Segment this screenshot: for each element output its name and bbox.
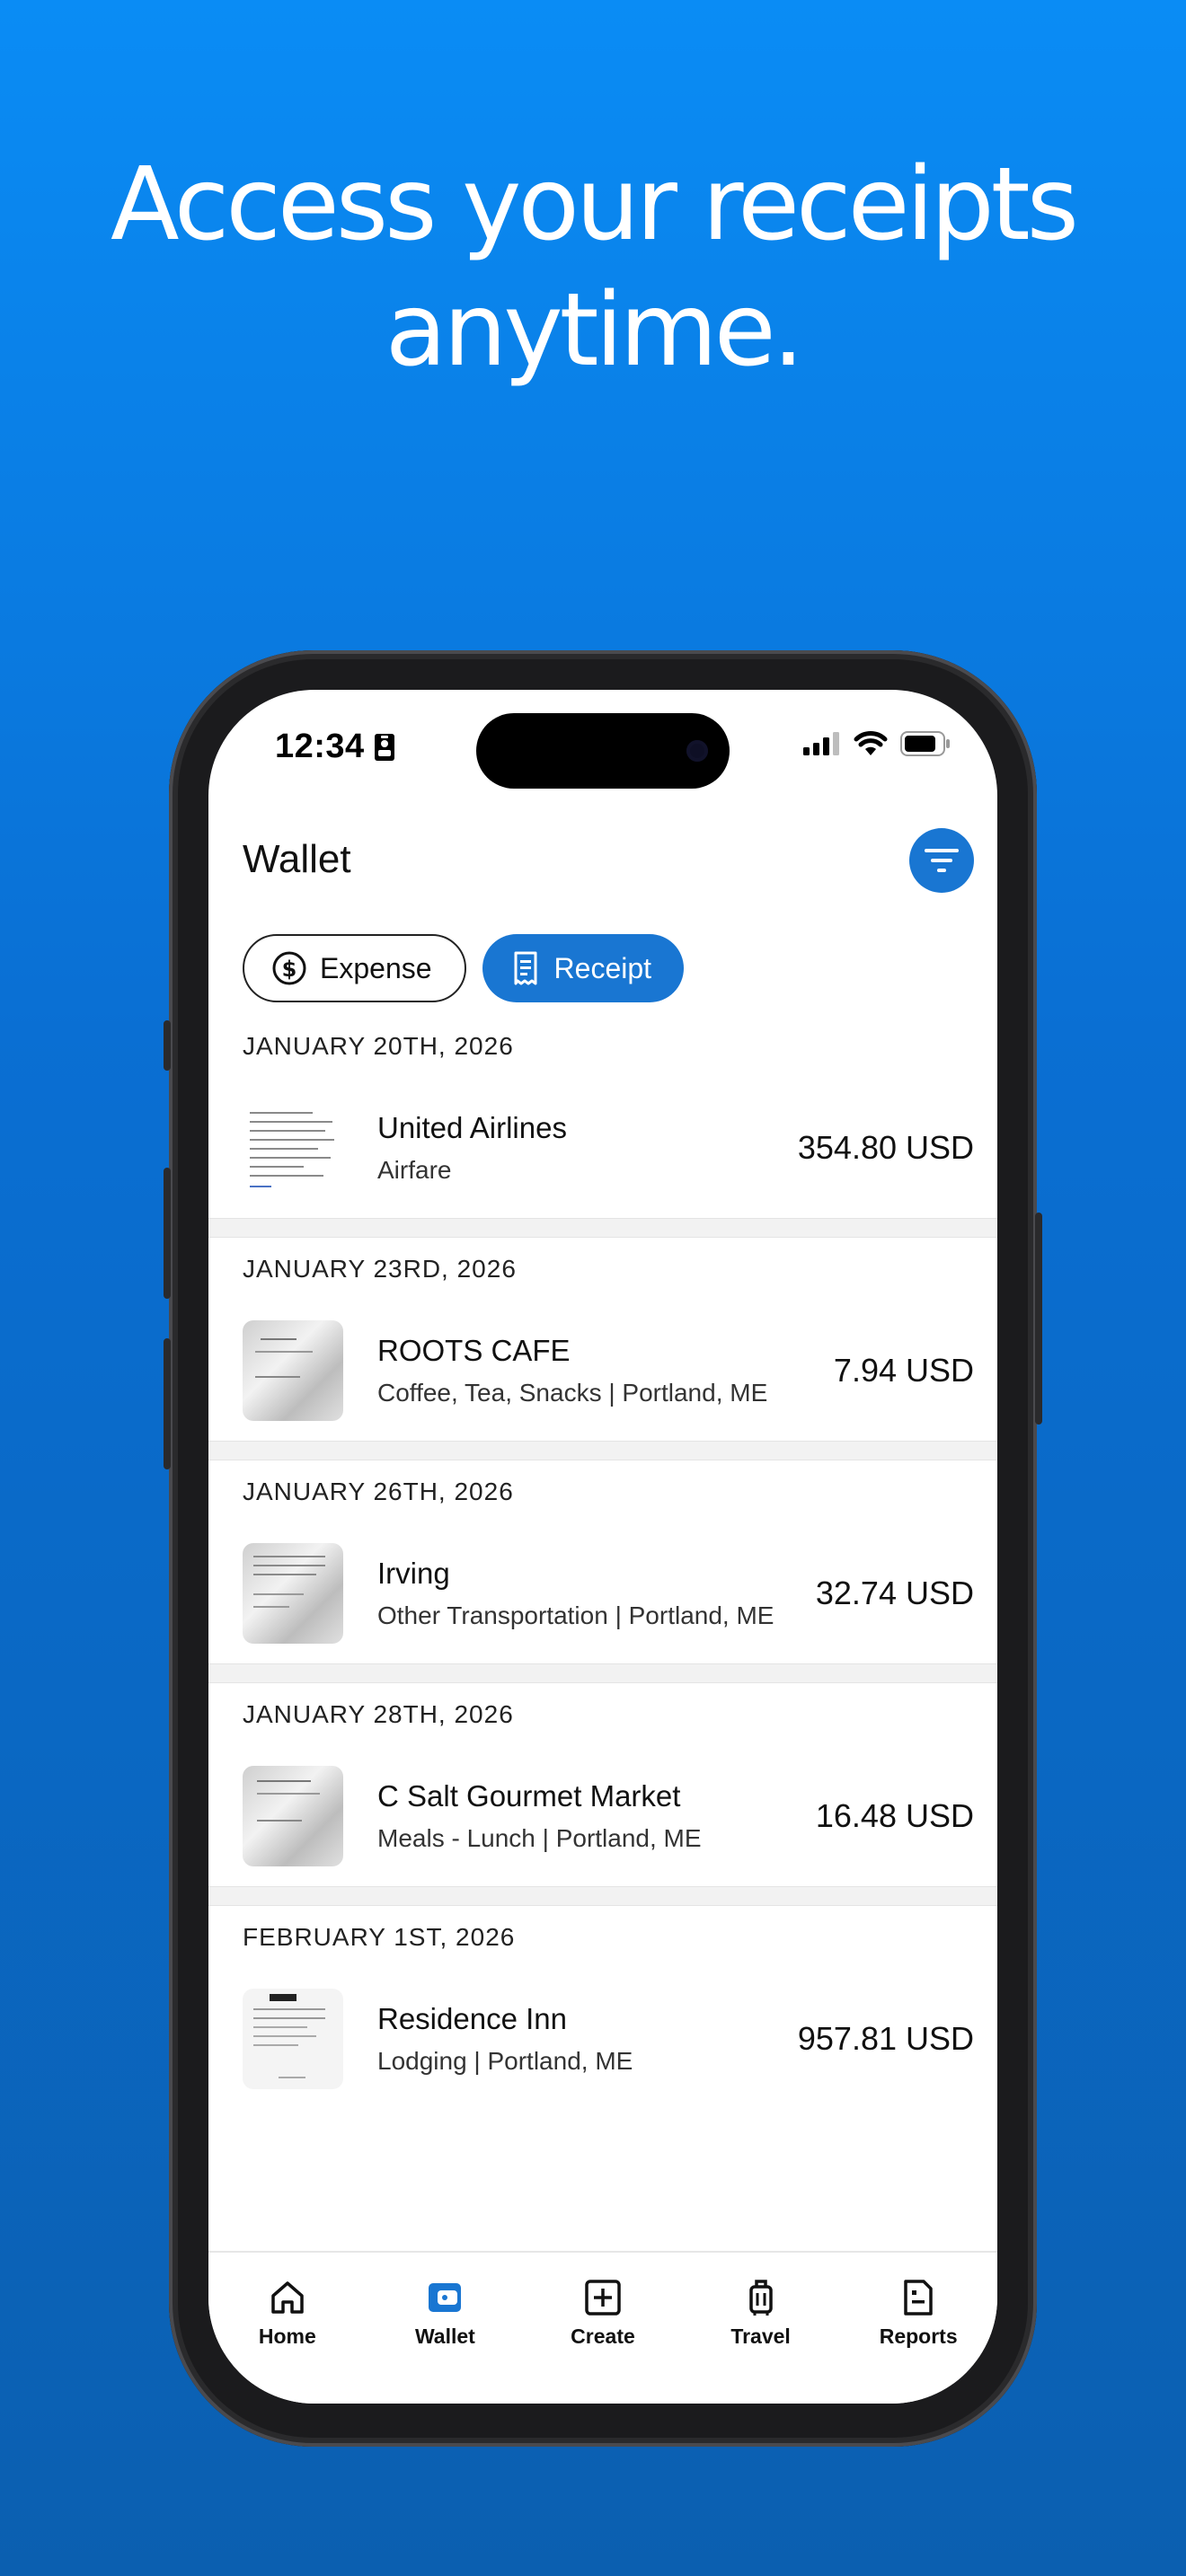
receipt-group: FEBRUARY 1ST, 2026 Residence Inn Lodging… [208,1906,997,2109]
group-date: JANUARY 20TH, 2026 [243,1032,514,1060]
dollar-circle-icon: $ [272,951,306,985]
report-icon [904,2280,933,2316]
receipt-row[interactable]: ROOTS CAFE Coffee, Tea, Snacks | Portlan… [208,1301,997,1441]
merchant-name: C Salt Gourmet Market [377,1779,681,1813]
receipt-group: JANUARY 28TH, 2026 C Salt Gourmet Market… [208,1683,997,1886]
type-chips: $ Expense Receipt [243,934,685,1002]
luggage-icon [748,2280,773,2316]
tab-reports[interactable]: Reports [842,2253,995,2404]
tab-create-label: Create [571,2325,635,2348]
status-time-text: 12:34 [275,728,365,765]
tab-reports-label: Reports [879,2325,958,2348]
promo-headline: Access your receipts anytime. [0,142,1186,393]
receipt-group: JANUARY 26TH, 2026 Irving Other Transpor… [208,1460,997,1663]
tab-wallet-label: Wallet [414,2325,475,2348]
status-icons [803,731,951,756]
receipt-amount: 354.80 USD [797,1129,974,1166]
wifi-icon [854,731,888,755]
tab-bar: Home Wallet Create Travel Reports [208,2251,997,2404]
filter-icon [925,849,959,872]
group-date: JANUARY 26TH, 2026 [243,1478,514,1505]
phone-power-button [1035,1213,1042,1425]
headline-line-1: Access your receipts [111,146,1079,263]
expense-category: Lodging | Portland, ME [377,2047,633,2075]
plus-square-icon [585,2280,621,2316]
receipt-thumbnail [243,1543,343,1644]
receipt-chip[interactable]: Receipt [482,934,685,1002]
phone-volume-up [164,1168,171,1299]
tab-wallet[interactable]: Wallet [368,2253,521,2404]
receipt-icon [514,951,537,985]
receipt-thumbnail [243,1320,343,1421]
section-divider [208,1218,997,1238]
section-divider [208,1663,997,1683]
page-title: Wallet [243,837,351,881]
section-divider [208,1441,997,1460]
expense-category: Other Transportation | Portland, ME [377,1601,774,1629]
section-divider [208,1886,997,1906]
tab-home-label: Home [258,2325,316,2348]
phone-side-button [164,1020,171,1071]
expense-chip-label: Expense [320,951,432,984]
receipt-amount: 32.74 USD [815,1575,974,1611]
expense-category: Meals - Lunch | Portland, ME [377,1824,702,1852]
receipt-amount: 7.94 USD [833,1352,974,1389]
receipt-amount: 16.48 USD [815,1797,974,1834]
group-date: JANUARY 28TH, 2026 [243,1700,514,1728]
receipt-thumbnail [243,1989,343,2089]
cellular-signal-icon [803,732,839,755]
id-badge-icon [374,733,394,761]
receipt-row[interactable]: Residence Inn Lodging | Portland, ME 957… [208,1969,997,2109]
merchant-name: ROOTS CAFE [377,1334,571,1367]
receipt-row[interactable]: Irving Other Transportation | Portland, … [208,1523,997,1663]
merchant-name: Irving [377,1557,450,1590]
status-bar-time: 12:34 [275,728,395,766]
tab-home[interactable]: Home [211,2253,364,2404]
tab-travel[interactable]: Travel [685,2253,837,2404]
group-date: JANUARY 23RD, 2026 [243,1255,517,1283]
receipt-row[interactable]: C Salt Gourmet Market Meals - Lunch | Po… [208,1746,997,1886]
expense-category: Coffee, Tea, Snacks | Portland, ME [377,1379,768,1407]
receipt-thumbnail [243,1766,343,1866]
wallet-icon [429,2283,462,2312]
battery-icon [900,731,950,756]
receipt-group: JANUARY 23RD, 2026 ROOTS CAFE Coffee, Te… [208,1238,997,1441]
merchant-name: Residence Inn [377,2002,567,2035]
receipt-list: JANUARY 20TH, 2026 United Airlines Airfa… [208,1015,997,2109]
receipt-amount: 957.81 USD [797,2020,974,2057]
expense-category: Airfare [377,1156,452,1184]
phone-volume-down [164,1338,171,1469]
merchant-name: United Airlines [377,1111,567,1144]
svg-text:$: $ [282,957,297,982]
group-date: FEBRUARY 1ST, 2026 [243,1923,516,1951]
dynamic-island [476,713,730,789]
camera-icon [686,740,708,762]
tab-travel-label: Travel [730,2325,791,2348]
receipt-thumbnail [243,1098,343,1198]
phone-screen: 12:34 Wallet $ Expense Receipt JANUARY 2… [208,690,997,2404]
receipt-group: JANUARY 20TH, 2026 United Airlines Airfa… [208,1015,997,1218]
headline-line-2: anytime. [385,272,805,389]
receipt-chip-label: Receipt [553,951,652,984]
home-icon [271,2281,304,2314]
expense-chip[interactable]: $ Expense [243,934,466,1002]
filter-button[interactable] [909,828,974,893]
receipt-row[interactable]: United Airlines Airfare 354.80 USD [208,1078,997,1218]
tab-create[interactable]: Create [527,2253,679,2404]
